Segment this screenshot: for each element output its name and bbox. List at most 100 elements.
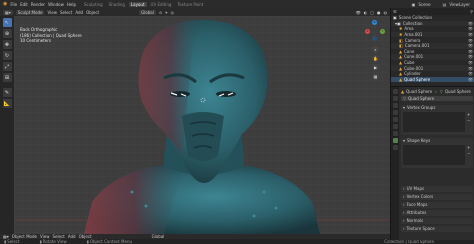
menu-object[interactable]: Object [86, 10, 99, 15]
menu-help[interactable]: Help [67, 2, 76, 7]
panel-normals[interactable]: › Normals [401, 218, 473, 224]
render-tab-icon[interactable] [392, 96, 398, 101]
visibility-eye-icon[interactable]: 👁 [468, 54, 473, 59]
camera-view-icon[interactable]: ▶ [372, 64, 379, 71]
remove-group-icon[interactable]: − [467, 118, 470, 123]
properties-editor: ▲ Quad Sphere › ▽ Quad Sphere ▽ Quad Sph… [390, 86, 474, 240]
menu-edit[interactable]: Edit [20, 2, 28, 7]
shading-solid-icon[interactable]: ● [377, 10, 381, 15]
scene-tab-icon[interactable] [392, 110, 398, 115]
visibility-eye-icon[interactable]: 👁 [468, 32, 473, 37]
menu-render[interactable]: Render [31, 2, 45, 7]
3d-viewport[interactable]: Z Y X ⌕ ✋ ▶ ▦ [14, 16, 390, 234]
filter-icon[interactable]: ⚲ [470, 9, 473, 14]
snap-icon[interactable]: ⌖ [165, 10, 167, 15]
outliner-item-label: Cylinder [404, 71, 421, 77]
panel-title: Texture Space [406, 226, 435, 231]
visibility-eye-icon[interactable]: 👁 [468, 38, 473, 43]
gizmo-x-axis[interactable]: X [365, 29, 370, 34]
tab-texture-paint[interactable]: Texture Paint [175, 2, 205, 7]
editor-type-button[interactable]: ▦▾ [3, 9, 13, 15]
outliner-row-selected[interactable]: ▲ Quad Sphere 👁 [391, 76, 474, 83]
xray-icon[interactable]: ▢ [370, 10, 374, 15]
panel-vertex-colors[interactable]: › Vertex Colors [401, 194, 473, 200]
chevron-down-icon: ▾ [403, 105, 406, 110]
transform-tool-icon[interactable]: ⊞ [2, 73, 12, 82]
status-select: Select [7, 239, 20, 244]
panel-title: Vertex Colors [406, 194, 434, 199]
blender-logo-icon[interactable]: ◉ [3, 1, 7, 7]
shading-rendered-icon[interactable]: ◍ [384, 10, 388, 15]
move-tool-icon[interactable]: ✥ [2, 40, 12, 49]
panel-title: Attributes [406, 210, 427, 215]
tab-layout[interactable]: Layout [128, 1, 147, 7]
shape-key-list[interactable] [403, 145, 465, 165]
ortho-grid-icon[interactable]: ▦ [372, 73, 379, 80]
scene-icon: ▣ [411, 1, 416, 7]
view-layer-selector[interactable]: ViewLayer [449, 2, 470, 7]
modifier-tab-icon[interactable] [392, 131, 398, 136]
tab-sculpting[interactable]: Sculpting [82, 2, 105, 7]
cursor-tool-icon[interactable]: ⊕ [2, 29, 12, 38]
outliner-scene-label: Scene Collection [398, 15, 433, 21]
visibility-eye-icon[interactable]: 👁 [468, 71, 473, 76]
panel-header[interactable]: ▾ Vertex Groups [401, 105, 473, 110]
scene-selector[interactable]: Scene [418, 2, 430, 7]
zoom-icon[interactable]: ⌕ [372, 46, 379, 53]
visibility-eye-icon[interactable]: 👁 [468, 21, 473, 26]
viewport-header: ▦▾ Sculpt Mode View Select Add Object Gl… [0, 8, 390, 16]
world-tab-icon[interactable] [392, 117, 398, 122]
visibility-eye-icon[interactable]: 👁 [468, 66, 473, 71]
pivot-icon[interactable]: ⊙ [159, 10, 162, 15]
outliner-item-label: Cone.001 [404, 54, 424, 60]
transform-orientation[interactable]: Global [139, 9, 156, 15]
menu-add[interactable]: Add [75, 10, 83, 15]
breadcrumb-separator-icon: › [435, 89, 437, 94]
gizmo-z-axis[interactable]: Z [372, 20, 377, 25]
menu-window[interactable]: Window [48, 2, 64, 7]
mesh-name-field[interactable]: ▽ Quad Sphere [401, 96, 473, 101]
mode-selector[interactable]: Sculpt Mode [15, 9, 45, 15]
visibility-icon[interactable]: 👁 [356, 10, 361, 15]
add-shape-key-icon[interactable]: + [467, 145, 470, 150]
camera-icon: ◧ [399, 43, 403, 49]
panel-uv-maps[interactable]: › UV Maps [401, 186, 473, 192]
panel-texture-space[interactable]: › Texture Space [401, 226, 473, 232]
remove-shape-key-icon[interactable]: − [467, 151, 470, 156]
material-tab-icon[interactable] [392, 145, 398, 150]
measure-tool-icon[interactable]: 📐 [2, 99, 12, 108]
overlays-icon[interactable]: ◐ [364, 10, 368, 15]
select-tool-icon[interactable]: ↖ [2, 18, 12, 27]
visibility-eye-icon[interactable]: 👁 [468, 60, 473, 65]
panel-attributes[interactable]: › Attributes [401, 210, 473, 216]
tab-uv-editing[interactable]: UV Editing [149, 2, 174, 7]
menu-file[interactable]: File [10, 2, 17, 7]
panel-header[interactable]: ▾ Shape Keys [401, 138, 473, 143]
add-group-icon[interactable]: + [467, 112, 470, 117]
object-tab-icon[interactable] [392, 124, 398, 129]
pan-hand-icon[interactable]: ✋ [372, 55, 379, 62]
visibility-eye-icon[interactable]: 👁 [468, 49, 473, 54]
menu-view[interactable]: View [47, 10, 57, 15]
rotate-tool-icon[interactable]: ↻ [2, 51, 12, 60]
visibility-eye-icon[interactable]: 👁 [468, 26, 473, 31]
menu-select[interactable]: Select [60, 10, 72, 15]
panel-face-maps[interactable]: › Face Maps [401, 202, 473, 208]
visibility-eye-icon[interactable]: 👁 [468, 43, 473, 48]
tab-shading[interactable]: Shading [107, 2, 127, 7]
mesh-data-tab-icon[interactable] [392, 138, 398, 143]
navigation-gizmo[interactable]: Z Y X [364, 20, 386, 42]
output-tab-icon[interactable] [392, 103, 398, 108]
vertex-group-list[interactable] [403, 112, 465, 132]
scale-tool-icon[interactable]: ⤢ [2, 62, 12, 71]
gizmo-neg-z[interactable] [372, 36, 377, 41]
gizmo-y-axis[interactable]: Y [380, 29, 385, 34]
properties-breadcrumb: ▲ Quad Sphere › ▽ Quad Sphere [401, 89, 473, 94]
chevron-right-icon: › [403, 218, 405, 223]
visibility-eye-icon[interactable]: 👁 [468, 77, 473, 82]
tool-tab-icon[interactable] [392, 89, 398, 94]
mesh-bump [262, 190, 266, 194]
annotate-tool-icon[interactable]: ✎ [2, 88, 12, 97]
outliner-editor-icon[interactable]: ☰ [393, 9, 397, 14]
proportional-edit-icon[interactable]: ◎ [170, 10, 174, 15]
